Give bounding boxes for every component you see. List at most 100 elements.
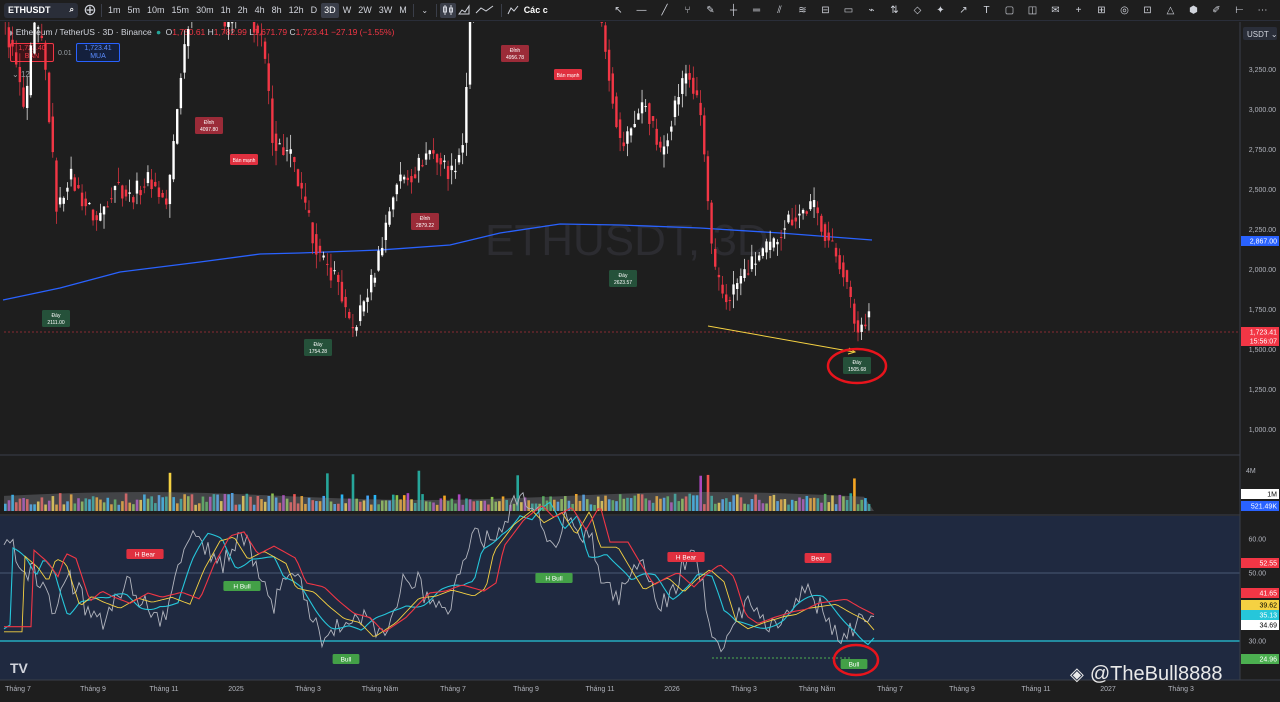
- candle-body: [55, 160, 58, 212]
- fib-icon[interactable]: ≋: [792, 3, 813, 18]
- candle-body: [344, 296, 347, 308]
- candle-body: [600, 22, 603, 23]
- candle-body: [765, 241, 768, 253]
- interval-3d[interactable]: 3D: [321, 2, 339, 18]
- interval-1m[interactable]: 1m: [105, 3, 124, 18]
- symbol-search[interactable]: ETHUSDT ⌕: [4, 2, 78, 18]
- candle-body: [772, 238, 775, 248]
- magnet-icon[interactable]: ⊡: [1137, 3, 1158, 18]
- rectangle-icon[interactable]: ▭: [838, 3, 859, 18]
- lock-icon[interactable]: ⬢: [1183, 3, 1204, 18]
- candle-body: [648, 103, 651, 124]
- volume-pane: [4, 470, 874, 511]
- more-icon[interactable]: ⋯: [1252, 3, 1273, 18]
- interval-4h[interactable]: 4h: [252, 3, 268, 18]
- toolbar-divider: [435, 3, 437, 17]
- tradingview-logo[interactable]: TV: [10, 660, 28, 676]
- candle-body: [373, 277, 377, 283]
- pitchfork-icon[interactable]: ⑂: [677, 3, 698, 18]
- time-tick: 2025: [228, 686, 244, 693]
- interval-m[interactable]: M: [396, 3, 410, 18]
- candle-body: [750, 256, 754, 270]
- chart-canvas[interactable]: ETHUSDT, 3D Đỉnh4097.80Bán mạnhĐỉnh2879.…: [0, 22, 1280, 702]
- candle-body: [391, 197, 395, 210]
- candle-body: [260, 33, 263, 35]
- candle-body: [154, 181, 157, 187]
- trend-line-icon[interactable]: —: [631, 3, 652, 18]
- measure-icon[interactable]: ⊟: [815, 3, 836, 18]
- candle-body: [351, 327, 355, 329]
- callout-icon[interactable]: ▢: [999, 3, 1020, 18]
- candle-body: [827, 232, 830, 241]
- long-position-icon[interactable]: ⇅: [884, 3, 905, 18]
- candle-body: [424, 153, 428, 160]
- candle-body: [252, 22, 256, 33]
- area-style-icon[interactable]: [456, 3, 472, 18]
- peak-2-value: 2879.22: [416, 223, 434, 229]
- interval-10m[interactable]: 10m: [144, 3, 168, 18]
- add-symbol-icon[interactable]: ⊕: [82, 2, 98, 19]
- parallel-channel-icon[interactable]: ⫽: [769, 3, 790, 18]
- candle-body: [626, 131, 629, 144]
- line-style-icon[interactable]: [472, 3, 498, 18]
- interval-w[interactable]: W: [340, 3, 355, 18]
- time-tick: Tháng 7: [5, 686, 31, 693]
- price-tick: 2,250.00: [1249, 227, 1276, 234]
- pen-icon[interactable]: ✐: [1206, 3, 1227, 18]
- candle-body: [615, 96, 618, 128]
- horizontal-line-icon[interactable]: ┼: [723, 3, 744, 18]
- candle-body: [230, 22, 234, 24]
- candle-body: [355, 327, 358, 331]
- interval-1h[interactable]: 1h: [218, 3, 234, 18]
- ray-icon[interactable]: ╱: [654, 3, 675, 18]
- candle-body: [278, 143, 281, 145]
- price-tick: 2,750.00: [1249, 147, 1276, 154]
- candle-body: [274, 133, 278, 151]
- candle-body: [629, 128, 633, 136]
- interval-8h[interactable]: 8h: [269, 3, 285, 18]
- cursor-icon[interactable]: ↖: [608, 3, 629, 18]
- vertical-line-icon[interactable]: ═: [746, 3, 767, 18]
- grid-icon[interactable]: ⊞: [1091, 3, 1112, 18]
- crosshair-icon[interactable]: +: [1068, 3, 1089, 18]
- shapes-icon[interactable]: ◇: [907, 3, 928, 18]
- candle-body: [779, 236, 783, 238]
- pattern-icon[interactable]: ✦: [930, 3, 951, 18]
- osc-tag-h-bull-2-text: H Bull: [545, 576, 563, 583]
- note-icon[interactable]: ◫: [1022, 3, 1043, 18]
- peak-3-value: 4956.78: [506, 55, 524, 61]
- chevron-down-icon[interactable]: ⌄: [417, 3, 433, 18]
- comment-icon[interactable]: ✉: [1045, 3, 1066, 18]
- time-tick: Tháng 9: [513, 686, 539, 693]
- bar-style-icon[interactable]: [439, 2, 456, 18]
- interval-5m[interactable]: 5m: [125, 3, 144, 18]
- price-tick: 1,000.00: [1249, 427, 1276, 434]
- interval-3w[interactable]: 3W: [376, 3, 396, 18]
- candle-body: [853, 303, 856, 324]
- interval-2w[interactable]: 2W: [355, 3, 375, 18]
- interval-2h[interactable]: 2h: [235, 3, 251, 18]
- target-icon[interactable]: ◎: [1114, 3, 1135, 18]
- candle-body: [805, 211, 808, 214]
- interval-30m[interactable]: 30m: [193, 3, 217, 18]
- candle-body: [62, 197, 65, 204]
- interval-12h[interactable]: 12h: [286, 3, 307, 18]
- interval-d[interactable]: D: [308, 3, 321, 18]
- indicators-icon[interactable]: [505, 3, 521, 18]
- volume-current: 521.49K: [1251, 504, 1277, 511]
- brush-icon[interactable]: ✎: [700, 3, 721, 18]
- ruler-icon[interactable]: ⊢: [1229, 3, 1250, 18]
- arrow-icon[interactable]: ↗: [953, 3, 974, 18]
- path-icon[interactable]: ⌁: [861, 3, 882, 18]
- interval-15m[interactable]: 15m: [169, 3, 193, 18]
- time-tick: Tháng 3: [295, 686, 321, 693]
- indicators-button[interactable]: Các c: [521, 3, 551, 18]
- text-icon[interactable]: T: [976, 3, 997, 18]
- candle-body: [457, 155, 461, 163]
- volume-ma-area: [4, 492, 874, 511]
- candle-body: [622, 142, 625, 147]
- candle-body: [446, 166, 450, 179]
- candle-body: [128, 192, 131, 194]
- toolbar-divider: [101, 3, 102, 17]
- triangle-icon[interactable]: △: [1160, 3, 1181, 18]
